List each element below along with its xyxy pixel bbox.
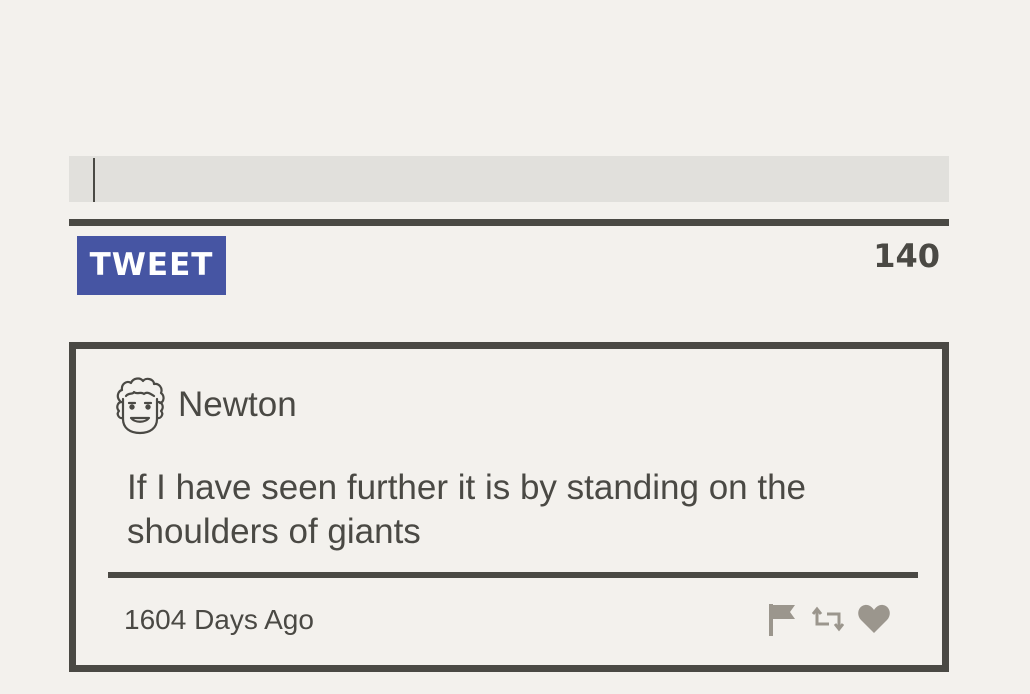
character-counter: 140 xyxy=(873,237,940,275)
compose-divider xyxy=(69,219,949,226)
heart-icon[interactable] xyxy=(856,599,892,639)
flag-icon[interactable] xyxy=(764,599,800,639)
tweet-card: Newton If I have seen further it is by s… xyxy=(69,342,949,672)
tweet-button[interactable]: TWEET xyxy=(77,236,226,295)
newton-face-icon xyxy=(110,375,170,437)
tweet-actions xyxy=(764,599,892,639)
tweet-divider xyxy=(108,572,918,578)
text-caret xyxy=(93,158,95,202)
tweet-author[interactable]: Newton xyxy=(178,381,297,429)
tweet-text: If I have seen further it is by standing… xyxy=(127,468,807,551)
retweet-icon[interactable] xyxy=(810,599,846,639)
tweet-compose-input[interactable] xyxy=(69,156,949,202)
tweet-timestamp: 1604 Days Ago xyxy=(124,604,314,635)
